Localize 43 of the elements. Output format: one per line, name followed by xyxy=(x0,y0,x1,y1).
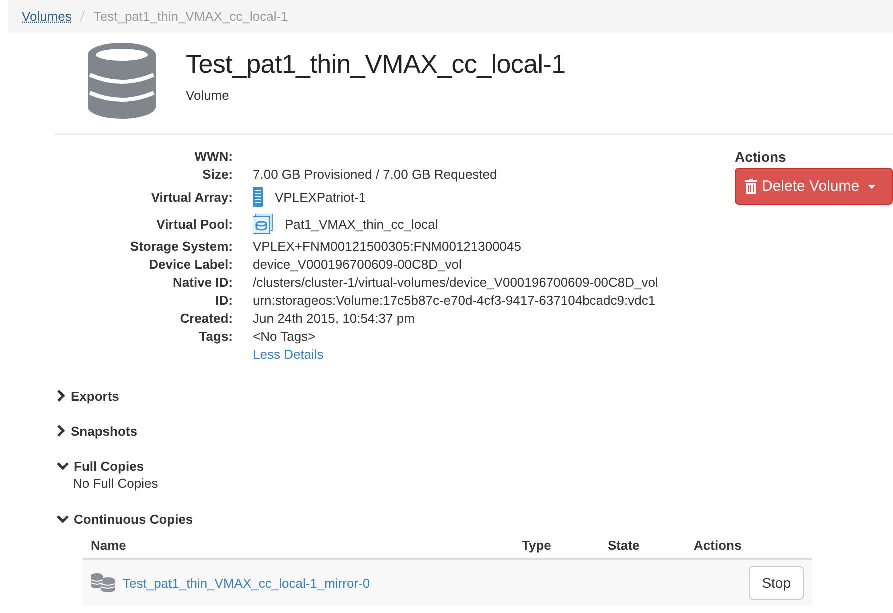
server-icon xyxy=(253,187,263,207)
field-label: ID: xyxy=(214,293,233,308)
field-label: Size: xyxy=(202,167,233,182)
field-value: VPLEX+FNM00121500305:FNM00121300045 xyxy=(253,239,522,254)
field-value: 7.00 GB Provisioned / 7.00 GB Requested xyxy=(253,167,498,182)
field-value: device_V000196700609-00C8D_vol xyxy=(253,257,462,272)
section-heading[interactable]: Continuous Copies xyxy=(74,512,194,526)
chevron-down-icon[interactable] xyxy=(57,462,69,470)
breadcrumb-link[interactable]: Volumes xyxy=(22,9,72,24)
volume-type: Volume xyxy=(186,88,230,103)
mirror-link[interactable]: Test_pat1_thin_VMAX_cc_local-1_mirror-0 xyxy=(123,576,370,590)
breadcrumb-current: Test_pat1_thin_VMAX_cc_local-1 xyxy=(94,9,288,24)
chevron-right-icon[interactable] xyxy=(57,425,66,437)
field-label: Virtual Pool: xyxy=(156,216,233,232)
storage-pool-icon xyxy=(253,214,273,234)
field-label: Storage System: xyxy=(129,239,233,254)
section-heading[interactable]: Exports xyxy=(71,388,120,404)
actions-heading: Actions xyxy=(735,149,788,165)
stop-button[interactable]: Stop xyxy=(749,566,804,600)
field-label: Created: xyxy=(179,311,233,326)
chevron-down-icon[interactable] xyxy=(57,514,69,524)
field-label: Tags: xyxy=(198,329,233,344)
caret-icon xyxy=(868,184,876,188)
field-value: Pat1_VMAX_thin_cc_local xyxy=(285,216,438,232)
trash-icon xyxy=(745,179,757,194)
volume-title: Test_pat1_thin_VMAX_cc_local-1 xyxy=(186,49,566,80)
section-heading[interactable]: Full Copies xyxy=(74,458,144,474)
chevron-right-icon[interactable] xyxy=(57,390,66,402)
field-value: VPLEXPatriot-1 xyxy=(275,190,366,204)
database-icon xyxy=(88,43,156,119)
empty-message: No Full Copies xyxy=(73,476,160,491)
field-label: Native ID: xyxy=(172,275,233,290)
field-value: urn:storageos:Volume:17c5b87c-e70d-4cf3-9417-637104bcadc9:vdc1 xyxy=(253,293,656,308)
field-value: /clusters/cluster-1/virtual-volumes/device_V000196700609-00C8D_vol xyxy=(253,275,658,290)
field-label: WWN: xyxy=(194,149,233,164)
field-value: Jun 24th 2015, 10:54:37 pm xyxy=(253,311,415,326)
field-value: <No Tags> xyxy=(253,329,316,344)
section-heading[interactable]: Snapshots xyxy=(71,424,138,438)
field-label: Virtual Array: xyxy=(150,190,233,204)
delete-volume-button[interactable]: Delete Volume xyxy=(735,168,893,205)
less-details-link[interactable]: Less Details xyxy=(253,347,324,362)
field-label: Device Label: xyxy=(148,257,233,272)
database-icon xyxy=(91,573,115,593)
